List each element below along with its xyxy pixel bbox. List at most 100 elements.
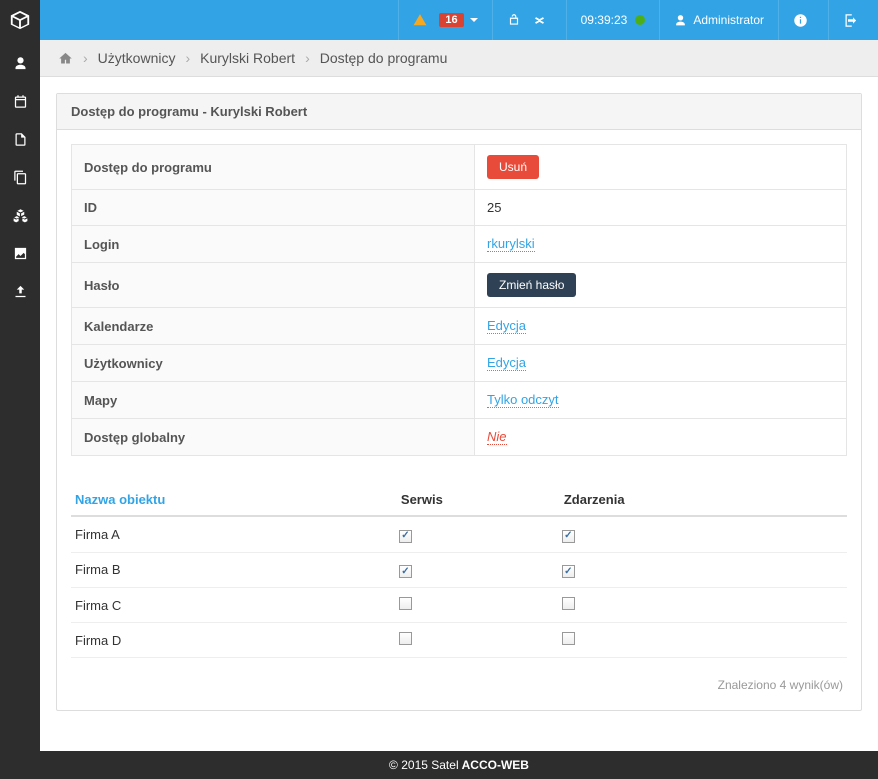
editable-link[interactable]: Edycja [487, 318, 526, 334]
prop-row: Dostęp globalny Nie [72, 419, 847, 456]
object-name: Firma B [71, 552, 397, 588]
breadcrumb-sep: › [185, 50, 190, 66]
results-count: Znaleziono 4 wynik(ów) [71, 658, 847, 696]
object-name: Firma D [71, 623, 397, 658]
status-dot [635, 15, 645, 25]
sidebar-item-upload[interactable] [0, 272, 40, 310]
sidebar-item-copy[interactable] [0, 158, 40, 196]
prop-label: Hasło [72, 263, 475, 308]
service-checkbox[interactable] [399, 565, 412, 578]
alerts-button[interactable]: 16 [398, 0, 491, 40]
prop-label: Mapy [72, 382, 475, 419]
image-icon [13, 246, 28, 261]
prop-value-cell: Zmień hasło [475, 263, 847, 308]
sidebar-item-document[interactable] [0, 120, 40, 158]
file-icon [13, 132, 28, 147]
prop-label: Login [72, 226, 475, 263]
breadcrumb: › Użytkownicy › Kurylski Robert › Dostęp… [40, 40, 878, 77]
editable-link[interactable]: rkurylski [487, 236, 535, 252]
prop-row: ID25 [72, 190, 847, 226]
content: › Użytkownicy › Kurylski Robert › Dostęp… [40, 40, 878, 751]
prop-row: Mapy Tylko odczyt [72, 382, 847, 419]
service-checkbox[interactable] [399, 632, 412, 645]
col-events: Zdarzenia [560, 484, 847, 516]
topbar: 16 09:39:23 Administrator [0, 0, 878, 40]
service-checkbox[interactable] [399, 597, 412, 610]
editable-link[interactable]: Edycja [487, 355, 526, 371]
alert-badge: 16 [439, 13, 463, 27]
breadcrumb-sep: › [305, 50, 310, 66]
logout-button[interactable] [828, 0, 878, 40]
table-row: Firma D [71, 623, 847, 658]
time-text: 09:39:23 [581, 13, 628, 27]
lock-button[interactable] [492, 0, 566, 40]
col-service: Serwis [397, 484, 560, 516]
upload-icon [13, 284, 28, 299]
footer-product: ACCO-WEB [462, 758, 529, 772]
prop-row: Użytkownicy Edycja [72, 345, 847, 382]
caret-down-icon [470, 18, 478, 22]
prop-label: Dostęp do programu [72, 145, 475, 190]
sidebar-item-users[interactable] [0, 44, 40, 82]
prop-value-cell: Tylko odczyt [475, 382, 847, 419]
main-panel: Dostęp do programu - Kurylski Robert Dos… [56, 93, 862, 711]
change-password-button[interactable]: Zmień hasło [487, 273, 576, 297]
prop-row: Kalendarze Edycja [72, 308, 847, 345]
events-checkbox[interactable] [562, 565, 575, 578]
user-icon [13, 56, 28, 71]
prop-label: Użytkownicy [72, 345, 475, 382]
prop-value-cell: Edycja [475, 345, 847, 382]
cubes-icon [13, 208, 28, 223]
sidebar [0, 40, 40, 779]
prop-row: Hasło Zmień hasło [72, 263, 847, 308]
home-icon[interactable] [58, 51, 73, 66]
prop-row: Login rkurylski [72, 226, 847, 263]
properties-table: Dostęp do programu Usuń ID25Login rkurylski… [71, 144, 847, 456]
events-checkbox[interactable] [562, 632, 575, 645]
prop-value-cell: 25 [475, 190, 847, 226]
breadcrumb-current: Dostęp do programu [320, 50, 448, 66]
col-name[interactable]: Nazwa obiektu [71, 484, 397, 516]
panel-heading: Dostęp do programu - Kurylski Robert [57, 94, 861, 130]
prop-value-cell: Nie [475, 419, 847, 456]
table-row: Firma A [71, 516, 847, 552]
editable-link[interactable]: Tylko odczyt [487, 392, 559, 408]
calendar-icon [13, 94, 28, 109]
editable-link[interactable]: Nie [487, 429, 507, 445]
breadcrumb-user[interactable]: Kurylski Robert [200, 50, 295, 66]
prop-value-cell: Usuń [475, 145, 847, 190]
prop-label: Dostęp globalny [72, 419, 475, 456]
warning-icon [413, 13, 427, 27]
events-checkbox[interactable] [562, 530, 575, 543]
asterisk-icon [533, 14, 546, 27]
table-row: Firma C [71, 588, 847, 623]
prop-row: Dostęp do programu Usuń [72, 145, 847, 190]
service-checkbox[interactable] [399, 530, 412, 543]
sidebar-item-image[interactable] [0, 234, 40, 272]
copy-icon [13, 170, 28, 185]
footer: © 2015 Satel ACCO-WEB [40, 751, 878, 779]
logout-icon [843, 13, 858, 28]
prop-value-cell: Edycja [475, 308, 847, 345]
sidebar-item-calendar[interactable] [0, 82, 40, 120]
info-button[interactable] [778, 0, 828, 40]
clock-display: 09:39:23 [566, 0, 660, 40]
table-row: Firma B [71, 552, 847, 588]
delete-button[interactable]: Usuń [487, 155, 539, 179]
breadcrumb-sep: › [83, 50, 88, 66]
events-checkbox[interactable] [562, 597, 575, 610]
user-label: Administrator [693, 13, 764, 27]
user-icon [674, 14, 687, 27]
app-logo[interactable] [0, 0, 40, 40]
prop-label: ID [72, 190, 475, 226]
sidebar-item-objects[interactable] [0, 196, 40, 234]
objects-table: Nazwa obiektu Serwis Zdarzenia Firma AFi… [71, 484, 847, 658]
prop-label: Kalendarze [72, 308, 475, 345]
prop-value-cell: rkurylski [475, 226, 847, 263]
object-name: Firma C [71, 588, 397, 623]
user-menu[interactable]: Administrator [659, 0, 778, 40]
breadcrumb-users[interactable]: Użytkownicy [98, 50, 176, 66]
cube-icon [9, 9, 31, 31]
unlock-icon [507, 13, 521, 27]
info-icon [793, 13, 808, 28]
